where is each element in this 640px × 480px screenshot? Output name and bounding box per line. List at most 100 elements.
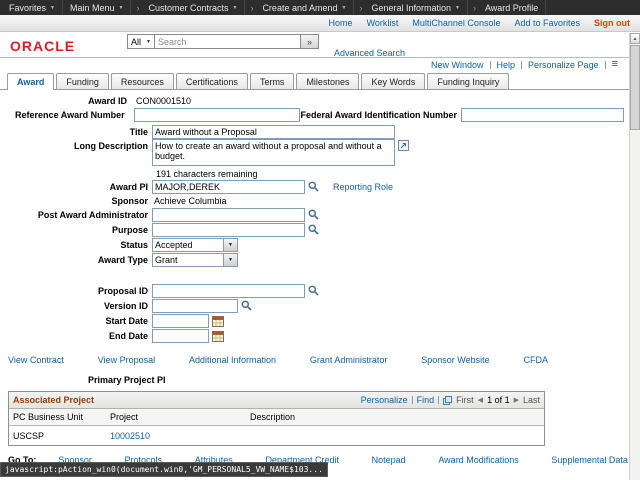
pager-prev-icon[interactable]: ◀ (478, 396, 483, 404)
lookup-icon[interactable] (308, 181, 319, 192)
pager-position: 1 of 1 (487, 395, 510, 405)
tab-terms[interactable]: Terms (250, 73, 295, 89)
breadcrumb-general-information[interactable]: General Information ▼ (364, 0, 468, 15)
breadcrumb: Favorites ▼ Main Menu ▼ › Customer Contr… (0, 0, 640, 15)
sponsor-label: Sponsor (0, 196, 152, 206)
breadcrumb-label: Customer Contracts (148, 3, 228, 13)
new-window-link[interactable]: New Window (431, 60, 484, 70)
sponsor-website-link[interactable]: Sponsor Website (421, 355, 489, 367)
grant-administrator-link[interactable]: Grant Administrator (310, 355, 388, 367)
federal-award-id-field[interactable] (461, 108, 624, 122)
lookup-icon[interactable] (241, 300, 252, 311)
worklist-link[interactable]: Worklist (367, 18, 399, 28)
sponsor-value: Achieve Columbia (154, 196, 227, 206)
reporting-role-link[interactable]: Reporting Role (333, 182, 393, 192)
breadcrumb-create-and-amend[interactable]: Create and Amend ▼ (255, 0, 354, 15)
personalize-link[interactable]: Personalize (361, 395, 408, 405)
chevron-right-icon: › (468, 0, 478, 15)
search-scope-select[interactable]: All ▼ (127, 34, 155, 49)
proposal-id-field[interactable] (152, 284, 305, 298)
home-link[interactable]: Home (329, 18, 353, 28)
chevron-right-icon: › (245, 0, 255, 15)
grid-title-bar: Associated Project Personalize Find Firs… (9, 392, 544, 409)
search-input[interactable] (155, 34, 301, 49)
title-field[interactable] (152, 125, 395, 139)
utility-nav: Home Worklist MultiChannel Console Add t… (0, 15, 640, 32)
menu-icon[interactable]: ≡ (612, 60, 618, 69)
advanced-search-link[interactable]: Advanced Search (334, 48, 405, 58)
purpose-label: Purpose (0, 225, 152, 235)
zoom-grid-icon[interactable] (443, 396, 452, 405)
scroll-up-icon[interactable]: ▲ (630, 33, 640, 44)
action-links: View Contract View Proposal Additional I… (8, 355, 548, 367)
search-scope-value: All (131, 37, 141, 47)
tab-resources[interactable]: Resources (111, 73, 174, 89)
purpose-field[interactable] (152, 223, 305, 237)
primary-project-pi-label: Primary Project PI (88, 375, 640, 387)
version-id-field[interactable] (152, 299, 238, 313)
chevron-down-icon: ▼ (50, 5, 55, 11)
tab-funding[interactable]: Funding (56, 73, 109, 89)
scrollbar-thumb[interactable] (630, 45, 640, 130)
separator (438, 396, 439, 404)
breadcrumb-label: General Information (371, 3, 451, 13)
reference-award-number-field[interactable] (134, 108, 301, 122)
calendar-icon[interactable] (212, 330, 224, 342)
column-header-project: Project (106, 409, 246, 425)
chevron-down-icon: ▼ (146, 39, 151, 45)
post-award-administrator-field[interactable] (152, 208, 305, 222)
breadcrumb-main-menu[interactable]: Main Menu ▼ (63, 0, 131, 15)
chevron-down-icon: ▼ (119, 5, 124, 11)
grid-toolbar: Personalize Find First ◀ 1 of 1 ▶ Last (361, 395, 540, 405)
expand-editor-icon[interactable] (398, 140, 409, 151)
add-to-favorites-link[interactable]: Add to Favorites (514, 18, 580, 28)
breadcrumb-favorites[interactable]: Favorites ▼ (2, 0, 63, 15)
lookup-icon[interactable] (308, 224, 319, 235)
chevron-down-icon: ▼ (223, 239, 237, 251)
start-date-field[interactable] (152, 314, 209, 328)
tab-funding-inquiry[interactable]: Funding Inquiry (427, 73, 509, 89)
tab-key-words[interactable]: Key Words (361, 73, 425, 89)
award-pi-label: Award PI (0, 182, 152, 192)
personalize-page-link[interactable]: Personalize Page (528, 60, 599, 70)
grid-title: Associated Project (13, 395, 94, 405)
breadcrumb-award-profile[interactable]: Award Profile (478, 0, 546, 15)
proposal-id-label: Proposal ID (0, 286, 152, 296)
vertical-scrollbar[interactable]: ▲ (629, 33, 640, 480)
tab-milestones[interactable]: Milestones (296, 73, 359, 89)
long-description-field[interactable]: How to create an award without a proposa… (152, 139, 395, 166)
multichannel-console-link[interactable]: MultiChannel Console (412, 18, 500, 28)
view-contract-link[interactable]: View Contract (8, 355, 64, 367)
breadcrumb-customer-contracts[interactable]: Customer Contracts ▼ (141, 0, 245, 15)
cfda-link[interactable]: CFDA (524, 355, 549, 367)
help-link[interactable]: Help (497, 60, 516, 70)
status-label: Status (0, 240, 152, 250)
tab-award[interactable]: Award (7, 73, 54, 90)
award-form: Award ID CON0001510 Reference Award Numb… (0, 94, 640, 343)
breadcrumb-label: Create and Amend (262, 3, 337, 13)
tab-certifications[interactable]: Certifications (176, 73, 248, 89)
goto-award-modifications-link[interactable]: Award Modifications (438, 455, 518, 465)
award-type-select[interactable]: Grant ▼ (152, 253, 238, 267)
project-id-link[interactable]: 10002510 (110, 431, 150, 441)
chevron-right-icon: › (131, 0, 141, 15)
goto-notepad-link[interactable]: Notepad (372, 455, 406, 465)
find-link[interactable]: Find (417, 395, 435, 405)
award-pi-field[interactable] (152, 180, 305, 194)
search-go-button[interactable]: » (301, 34, 319, 49)
lookup-icon[interactable] (308, 285, 319, 296)
view-proposal-link[interactable]: View Proposal (98, 355, 155, 367)
column-header-description: Description (246, 409, 544, 425)
pager-next-icon[interactable]: ▶ (514, 396, 519, 404)
additional-information-link[interactable]: Additional Information (189, 355, 276, 367)
breadcrumb-label: Favorites (9, 3, 46, 13)
lookup-icon[interactable] (308, 209, 319, 220)
sign-out-link[interactable]: Sign out (594, 18, 630, 28)
calendar-icon[interactable] (212, 315, 224, 327)
status-select[interactable]: Accepted ▼ (152, 238, 238, 252)
end-date-label: End Date (0, 331, 152, 341)
goto-supplemental-data-link[interactable]: Supplemental Data (551, 455, 628, 465)
end-date-field[interactable] (152, 329, 209, 343)
post-award-administrator-label: Post Award Administrator (0, 210, 152, 220)
tab-bar: Award Funding Resources Certifications T… (0, 73, 640, 90)
